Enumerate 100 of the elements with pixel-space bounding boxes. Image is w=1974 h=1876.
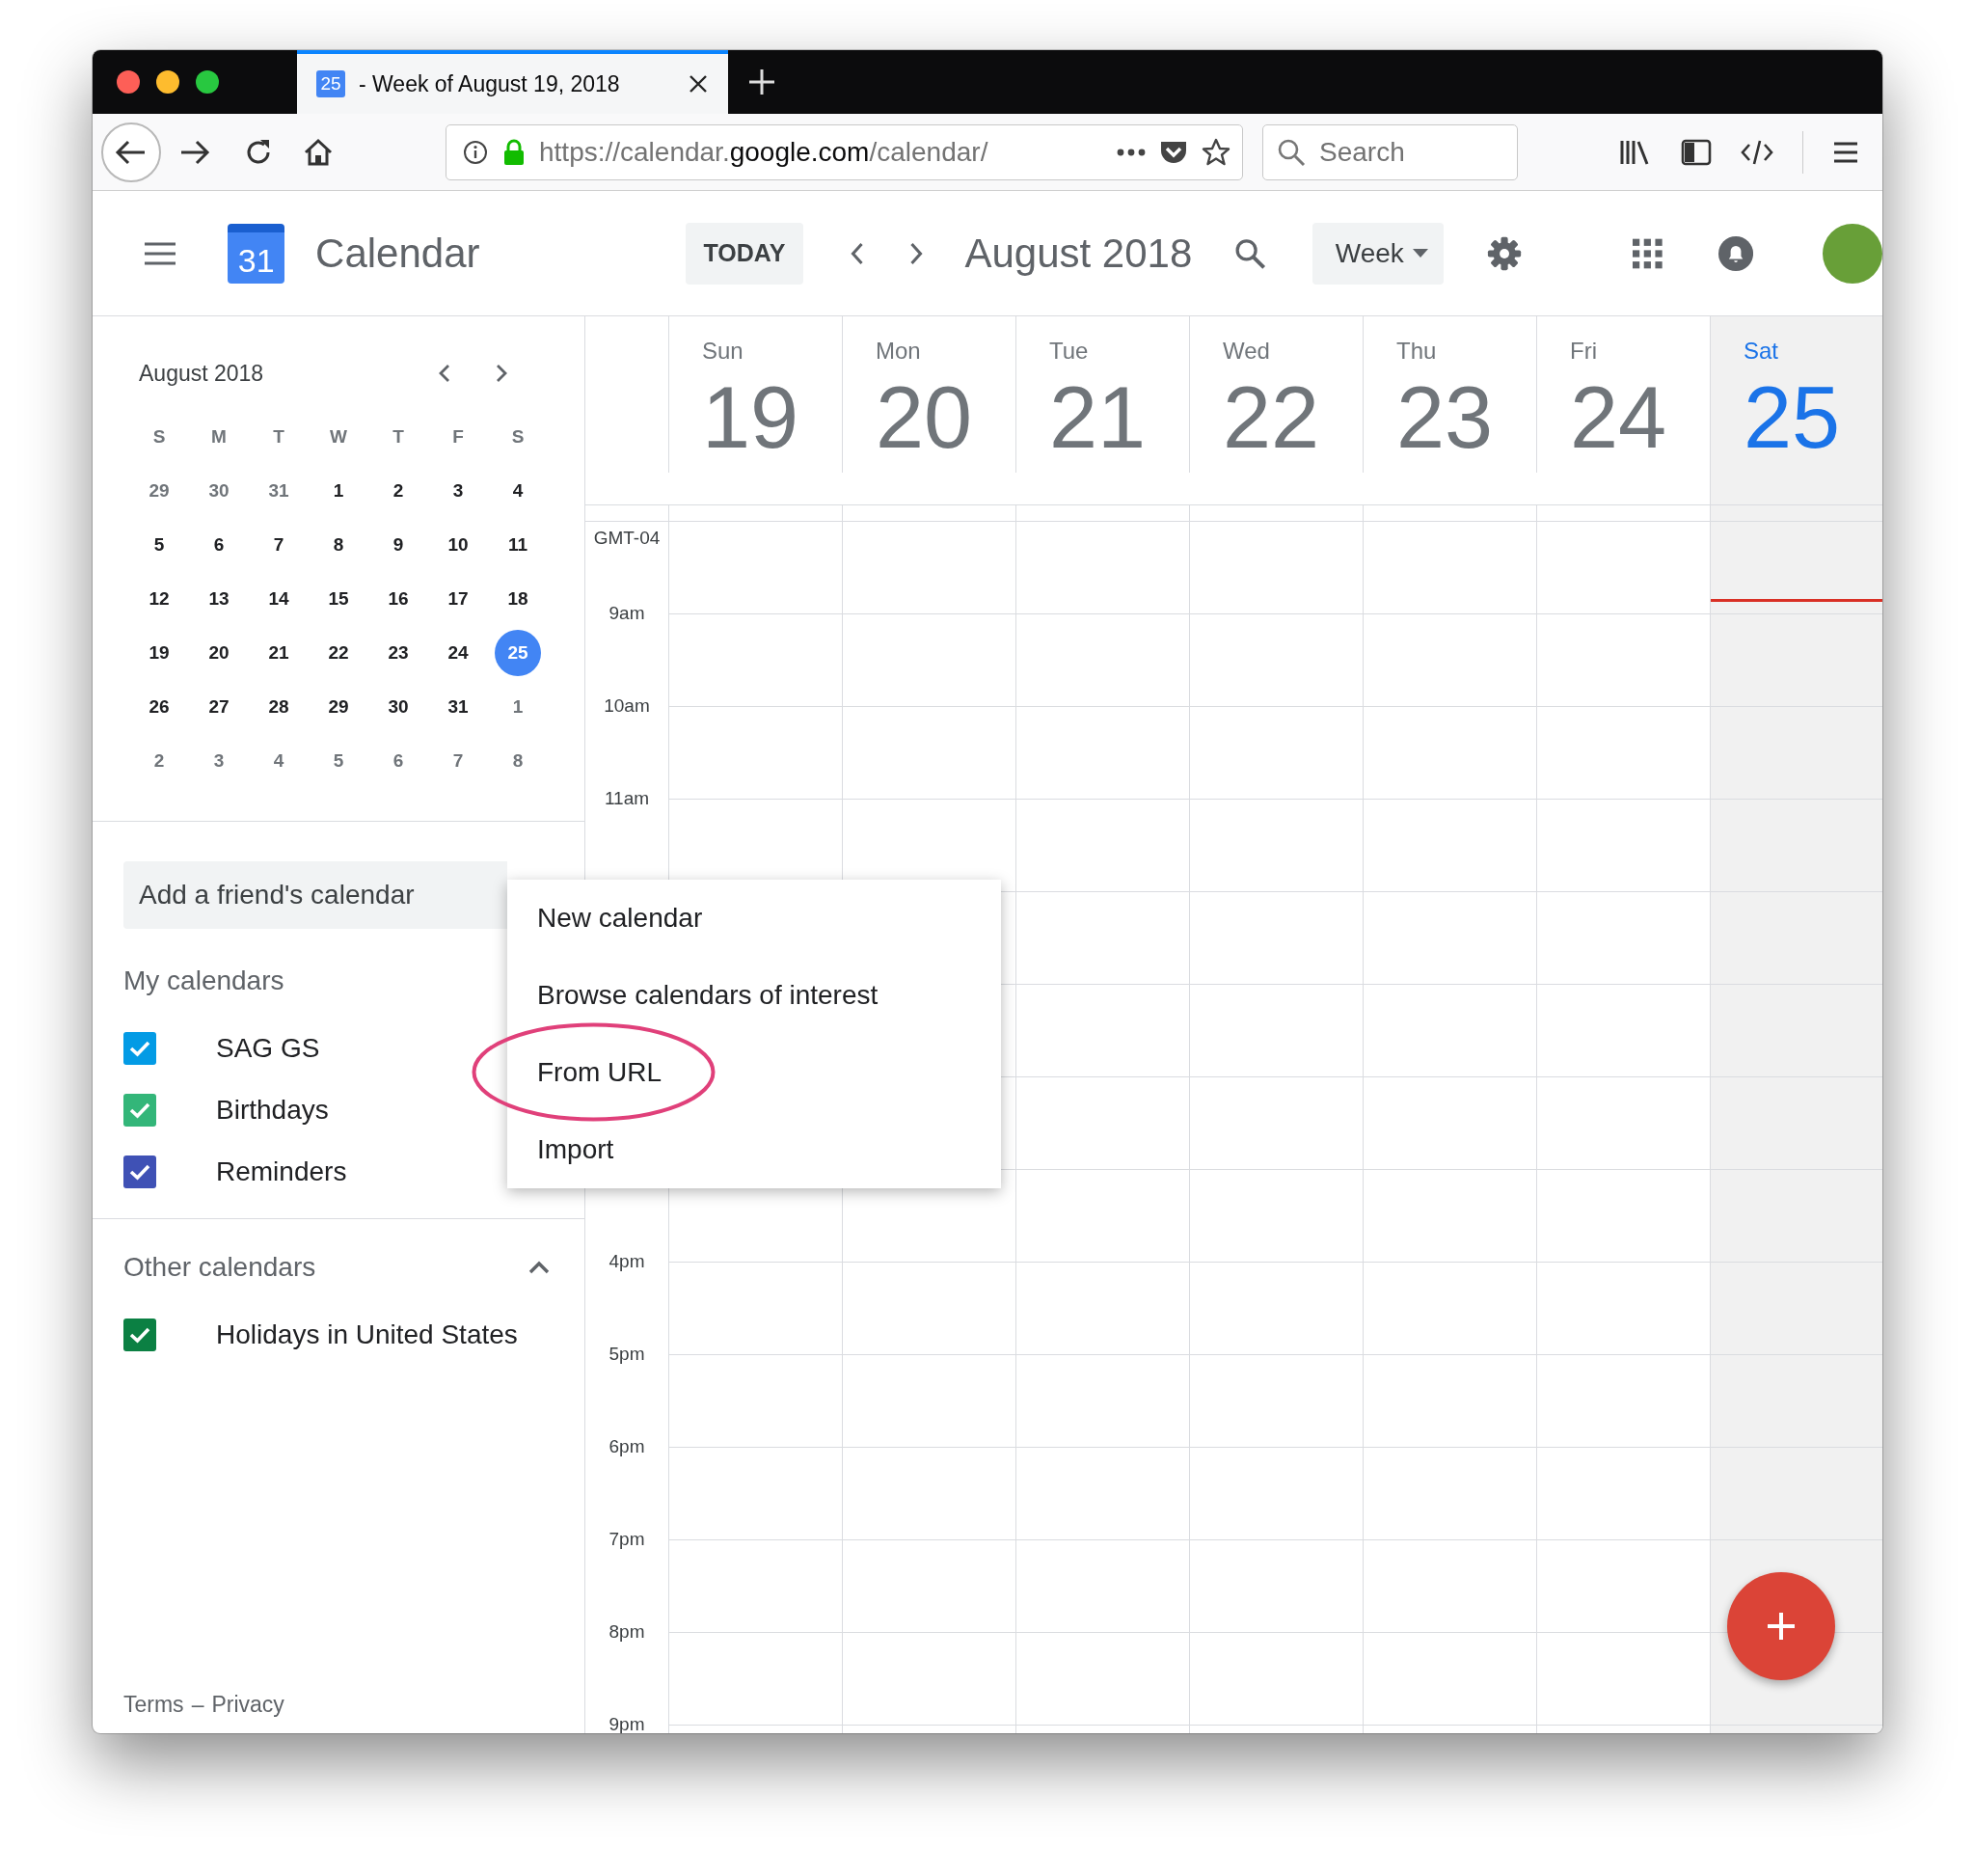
date-cell[interactable]: 31 [435,684,481,730]
more-icon[interactable] [1117,148,1146,156]
apps-grid-icon[interactable] [1633,236,1663,270]
date-cell[interactable]: 31 [256,468,302,514]
today-cell[interactable] [1710,614,1882,706]
privacy-link[interactable]: Privacy [211,1692,284,1718]
today-cell[interactable] [1710,985,1882,1076]
star-icon[interactable] [1202,137,1230,167]
address-bar[interactable]: https://calendar.google.com/calendar/ [446,123,1243,180]
date-cell[interactable]: 30 [375,684,421,730]
date-cell[interactable]: 24 [435,630,481,676]
date-cell[interactable]: 1 [495,684,541,730]
menu-item[interactable]: Browse calendars of interest [537,980,879,1011]
calendar-checkbox[interactable] [123,1319,156,1351]
today-button[interactable]: TODAY [685,222,804,285]
period-title: August 2018 [964,230,1193,277]
date-cell[interactable]: 6 [196,522,242,568]
home-icon[interactable] [303,136,334,168]
app-title: Calendar [315,230,480,277]
date-cell[interactable]: 10 [435,522,481,568]
date-cell[interactable]: 27 [196,684,242,730]
day-header[interactable]: Thu 23 [1363,316,1536,473]
terms-link[interactable]: Terms [123,1692,184,1718]
today-cell[interactable] [1710,800,1882,891]
today-cell[interactable] [1710,1355,1882,1447]
date-cell[interactable]: 4 [256,738,302,784]
day-header[interactable]: Sat 25 [1710,316,1882,504]
weekday-label: S [151,425,167,449]
date-cell[interactable]: 14 [256,576,302,622]
date-cell[interactable]: 13 [196,576,242,622]
day-header[interactable]: Mon 20 [842,316,1015,473]
menu-icon[interactable] [145,240,176,266]
menu-item[interactable]: Import [537,1134,614,1165]
date-cell[interactable]: 1 [315,468,362,514]
today-cell[interactable] [1710,1263,1882,1354]
today-cell[interactable] [1710,1170,1882,1262]
close-tab-icon[interactable] [688,73,709,95]
date-cell[interactable]: 29 [136,468,182,514]
date-cell[interactable]: 25 [495,630,541,676]
library-icon[interactable] [1619,138,1650,166]
date-cell[interactable]: 18 [495,576,541,622]
calendar-name: SAG GS [216,1033,320,1064]
view-dropdown[interactable]: Week [1311,222,1445,285]
today-cell[interactable] [1710,522,1882,613]
timezone-label: GMT-04 [593,528,661,549]
date-cell[interactable]: 4 [495,468,541,514]
today-cell[interactable] [1710,1077,1882,1169]
today-cell[interactable] [1710,1448,1882,1539]
today-cell[interactable] [1710,707,1882,799]
date-cell[interactable]: 9 [375,522,421,568]
date-cell[interactable]: 15 [315,576,362,622]
sidebar-icon[interactable] [1681,138,1712,166]
menu-icon[interactable] [1832,140,1859,164]
date-cell[interactable]: 28 [256,684,302,730]
date-cell[interactable]: 8 [495,738,541,784]
add-calendar-field[interactable]: Add a friend's calendar [123,861,507,929]
minimize-window-button[interactable] [156,70,179,94]
notifications-icon[interactable] [1717,233,1753,273]
date-cell[interactable]: 5 [136,522,182,568]
calendar-checkbox[interactable] [123,1032,156,1065]
date-cell[interactable]: 7 [435,738,481,784]
collapse-icon[interactable] [528,1261,550,1274]
maximize-window-button[interactable] [196,70,219,94]
date-cell[interactable]: 6 [375,738,421,784]
favicon-icon: 25 [316,70,345,97]
date-cell[interactable]: 2 [136,738,182,784]
menu-item[interactable]: From URL [537,1057,663,1088]
date-cell[interactable]: 21 [256,630,302,676]
date-cell[interactable]: 17 [435,576,481,622]
back-button[interactable] [100,121,162,183]
date-cell[interactable]: 20 [196,630,242,676]
info-icon[interactable] [462,138,489,166]
day-header[interactable]: Tue 21 [1015,316,1189,473]
date-cell[interactable]: 12 [136,576,182,622]
date-cell[interactable]: 22 [315,630,362,676]
calendar-checkbox[interactable] [123,1094,156,1127]
date-cell[interactable]: 26 [136,684,182,730]
weekday-label: W [329,425,348,449]
calendar-checkbox[interactable] [123,1156,156,1188]
today-cell[interactable] [1710,892,1882,984]
date-cell[interactable]: 7 [256,522,302,568]
date-cell[interactable]: 2 [375,468,421,514]
date-cell[interactable]: 11 [495,522,541,568]
url-text[interactable]: https://calendar.google.com/calendar/ [539,136,988,168]
date-cell[interactable]: 8 [315,522,362,568]
date-cell[interactable]: 3 [196,738,242,784]
date-cell[interactable]: 5 [315,738,362,784]
date-cell[interactable]: 29 [315,684,362,730]
menu-item[interactable]: New calendar [537,903,703,934]
new-tab-icon[interactable] [747,68,776,96]
date-cell[interactable]: 16 [375,576,421,622]
browser-tab[interactable]: 25 - Week of August 19, 2018 [297,50,728,114]
date-cell[interactable]: 30 [196,468,242,514]
date-cell[interactable]: 3 [435,468,481,514]
day-header[interactable]: Wed 22 [1189,316,1363,473]
day-header[interactable]: Sun 19 [668,316,842,473]
date-cell[interactable]: 19 [136,630,182,676]
date-cell[interactable]: 23 [375,630,421,676]
close-window-button[interactable] [117,70,140,94]
search-field[interactable]: Search [1262,123,1518,180]
